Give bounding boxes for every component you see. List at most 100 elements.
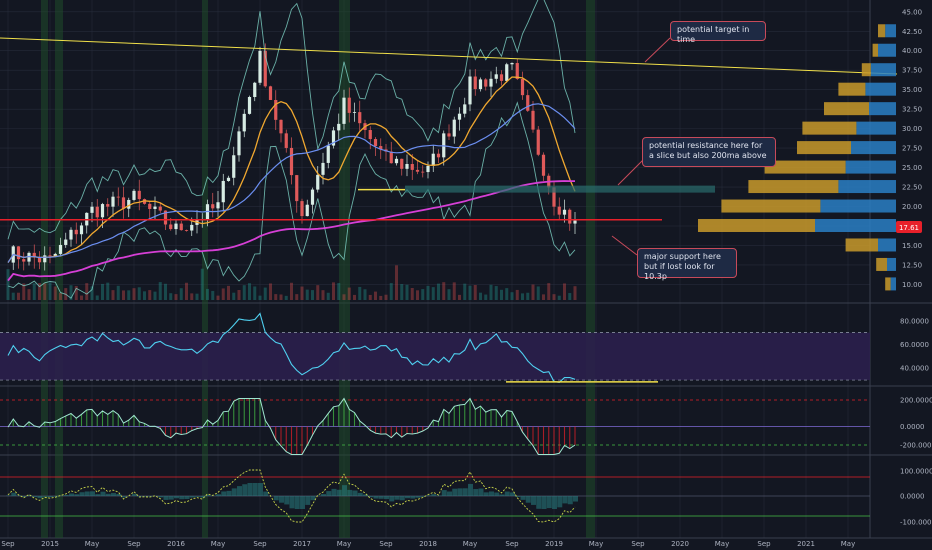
candle-body	[431, 153, 435, 166]
volume-bar	[11, 292, 15, 300]
volume-profile-down-bar	[878, 43, 896, 57]
osc-area-bar	[326, 491, 332, 496]
x-axis-label: May	[85, 540, 99, 548]
volume-profile-up-bar	[698, 219, 815, 232]
volume-bar	[195, 293, 199, 300]
volume-bar	[326, 292, 330, 300]
x-axis-label: Sep	[379, 540, 393, 548]
current-price-text: 17.61	[899, 224, 919, 232]
candle-body	[463, 104, 467, 114]
candle-body	[358, 112, 362, 124]
candle-body	[410, 164, 414, 170]
volume-bar	[227, 285, 230, 300]
osc-area-bar	[221, 491, 227, 496]
volume-profile-up-bar	[802, 121, 857, 135]
volume-bar	[185, 282, 188, 300]
candle-body	[226, 177, 231, 181]
candle-body	[368, 130, 372, 140]
osc-area-bar	[384, 496, 389, 500]
volume-bar	[158, 282, 162, 300]
osc-area-bar	[405, 496, 410, 499]
volume-profile-up-bar	[861, 63, 871, 77]
candle-body	[541, 154, 546, 176]
candle-body	[247, 96, 252, 114]
osc-area-bar	[489, 491, 494, 496]
osc-area-bar	[289, 496, 295, 509]
x-axis-label: Sep	[757, 540, 771, 548]
candle-body	[447, 133, 451, 137]
osc-area-bar	[347, 489, 353, 496]
candle-body	[216, 202, 220, 209]
volume-bar	[463, 283, 467, 300]
candle-body	[394, 158, 399, 164]
volume-bar	[242, 285, 246, 300]
volume-bar	[174, 294, 178, 300]
candle-body	[279, 119, 283, 134]
volume-profile-up-bar	[764, 160, 846, 174]
volume-profile-down-bar	[838, 180, 896, 194]
candle-body	[342, 97, 346, 124]
volume-bar	[232, 292, 236, 300]
candle-body	[415, 169, 420, 172]
osc-area-bar	[478, 488, 484, 496]
volume-bar	[153, 291, 157, 300]
candle-body	[132, 190, 136, 200]
osc-area-bar	[546, 496, 552, 509]
candle-body	[48, 255, 52, 257]
x-axis-label: May	[589, 540, 603, 548]
volume-profile-down-bar	[845, 160, 896, 174]
candle-body	[520, 78, 525, 96]
volume-bar	[484, 294, 488, 300]
x-axis-label: 2017	[293, 540, 311, 548]
candle-body	[106, 204, 110, 207]
rsi-band	[0, 332, 870, 381]
x-axis-label: 2021	[797, 540, 815, 548]
osc-area-bar	[189, 496, 195, 498]
price-tick-label: 42.50	[902, 28, 922, 36]
candle-body	[127, 199, 131, 209]
volume-bar	[368, 294, 372, 300]
candle-body	[221, 180, 225, 203]
candle-body	[473, 76, 477, 90]
volume-bar	[384, 294, 388, 300]
volume-bar	[116, 285, 120, 300]
volume-bar	[190, 293, 194, 300]
x-axis-label: May	[211, 540, 225, 548]
volume-bar	[521, 293, 524, 300]
volume-bar	[437, 283, 440, 300]
candle-body	[111, 196, 115, 207]
rsi-tick-label: 80.0000	[900, 317, 929, 325]
volume-profile-up-bar	[797, 141, 851, 155]
candle-body	[174, 223, 178, 230]
candle-body	[116, 196, 120, 198]
osc-area-bar	[536, 496, 542, 509]
candle-body	[158, 206, 162, 211]
volume-bar	[321, 290, 325, 300]
price-tick-label: 20.00	[902, 203, 922, 211]
volume-bar	[106, 282, 110, 300]
candle-body	[568, 209, 572, 224]
candle-body	[258, 50, 262, 83]
volume-bar	[295, 294, 299, 300]
x-axis-label: Sep	[127, 540, 141, 548]
stock-chart[interactable]: Sep 2015 May Sep 2016 May Sep 2017 May Sep 2018 May…	[0, 0, 932, 550]
osc-area-bar	[247, 483, 253, 496]
volume-bar	[316, 285, 320, 300]
osc-area-bar	[42, 496, 48, 497]
volume-bar	[143, 291, 146, 300]
volume-bar	[421, 289, 425, 300]
osc-area-bar	[300, 496, 305, 509]
volume-bar	[290, 282, 293, 300]
volume-bar	[452, 282, 456, 300]
osc-area-bar	[63, 494, 69, 496]
volume-bar	[43, 283, 47, 300]
volume-bar	[542, 294, 545, 300]
candle-body	[405, 164, 409, 169]
volume-bar	[48, 282, 52, 300]
volume-bar	[374, 291, 377, 300]
x-axis-label: 2019	[545, 540, 563, 548]
volume-bar	[179, 288, 183, 300]
price-tick-label: 35.00	[902, 86, 922, 94]
candle-body	[179, 223, 183, 231]
volume-bar	[547, 283, 551, 300]
